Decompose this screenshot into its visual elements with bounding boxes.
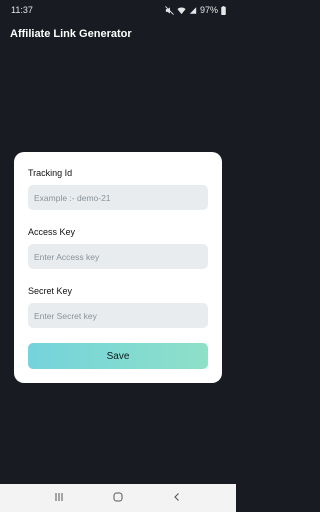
secret-key-input[interactable] <box>28 303 208 328</box>
wifi-icon <box>177 6 186 15</box>
app-title: Affiliate Link Generator <box>10 28 132 40</box>
status-time: 11:37 <box>11 5 33 15</box>
back-icon <box>172 489 182 507</box>
back-button[interactable] <box>167 488 187 508</box>
battery-percent: 97% <box>199 5 218 15</box>
tracking-id-label: Tracking Id <box>28 168 73 178</box>
recents-button[interactable] <box>49 488 69 508</box>
recents-icon <box>54 489 64 507</box>
save-button[interactable]: Save <box>28 343 208 369</box>
home-button[interactable] <box>108 488 128 508</box>
tracking-id-input[interactable] <box>28 185 208 210</box>
status-icons: 97% <box>165 5 226 15</box>
credentials-card: Tracking Id Access Key Secret Key Save <box>14 152 222 383</box>
mute-icon <box>165 5 174 15</box>
access-key-label: Access Key <box>28 227 76 237</box>
system-nav-bar <box>0 484 236 512</box>
battery-icon <box>221 5 226 15</box>
access-key-input[interactable] <box>28 244 208 269</box>
secret-key-label: Secret Key <box>28 286 73 296</box>
status-bar: 11:37 97% <box>0 0 236 20</box>
signal-icon <box>189 6 197 15</box>
home-icon <box>113 489 123 507</box>
